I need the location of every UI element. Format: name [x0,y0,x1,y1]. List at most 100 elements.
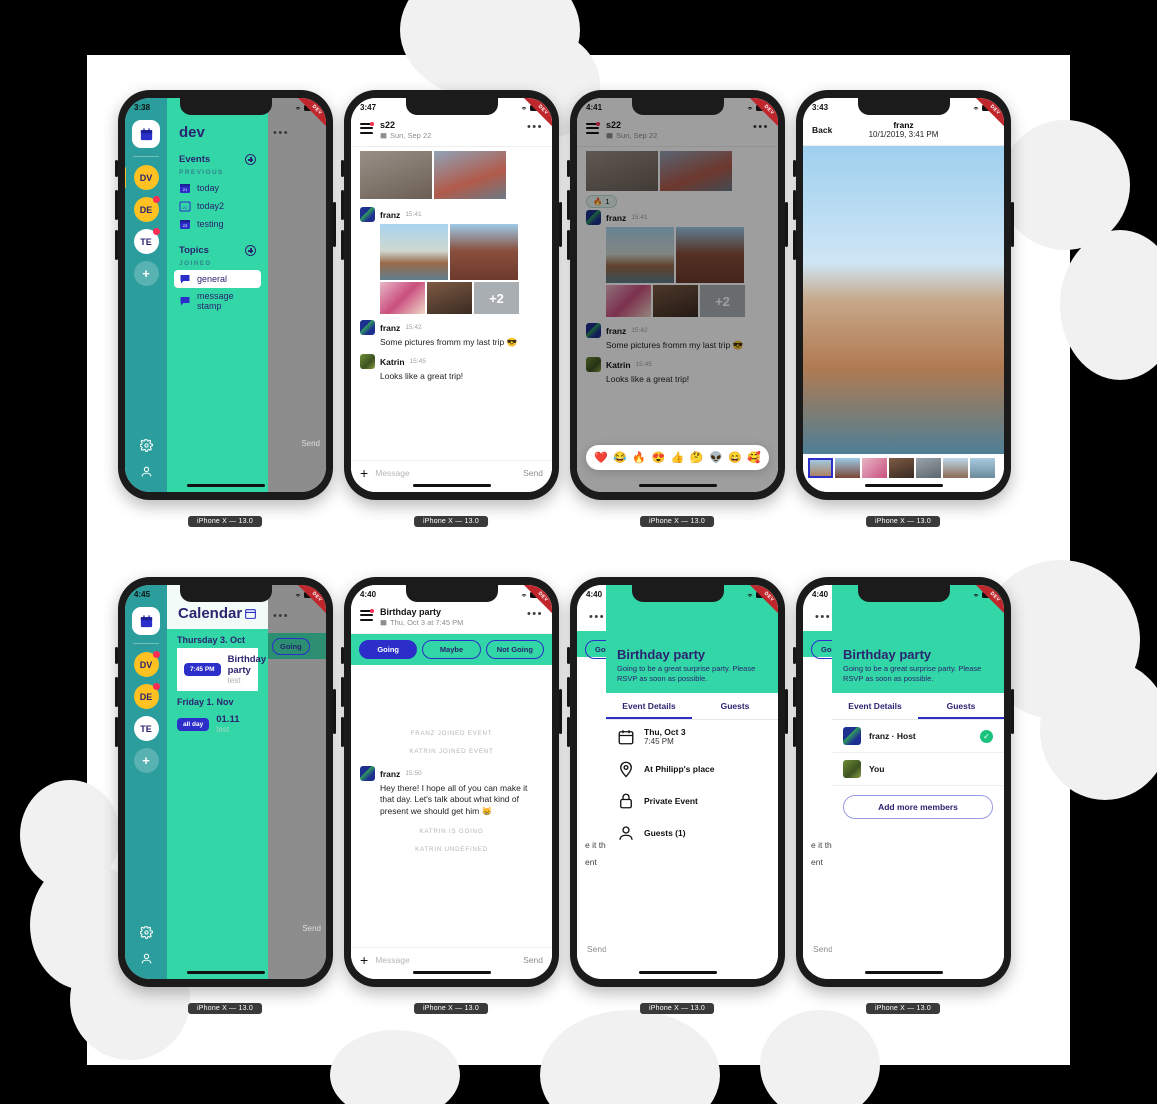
calendar-app-icon[interactable] [132,120,160,148]
add-more-members-button[interactable]: Add more members [843,795,993,820]
rsvp-not-going-button[interactable]: Not Going [485,640,544,659]
tab-guests[interactable]: Guests [918,693,1004,720]
behind-message-text: ent [811,857,823,867]
unread-badge [370,122,374,126]
rail-avatar-de[interactable]: DE [133,196,160,222]
person-icon[interactable] [140,952,153,965]
gear-icon[interactable] [139,439,153,452]
overflow-menu-icon[interactable]: ••• [589,611,605,623]
calendar-icon: 21 [180,184,190,193]
thumbnail[interactable] [835,458,860,478]
person-icon[interactable] [140,465,153,478]
gear-icon[interactable] [139,926,153,939]
phone-event-guests: ••• Going e it that ent Send Birthday pa… [793,577,1014,987]
photo-thumb[interactable] [434,151,506,199]
thumbnail[interactable] [808,458,833,478]
message-composer: + Message Send [351,947,552,979]
add-topic-button[interactable] [245,245,256,256]
topic-item-message-stamp[interactable]: message stamp [174,288,261,314]
emoji-option[interactable]: 🔥 [632,451,646,464]
rail-avatar-te[interactable]: TE [133,228,160,254]
workspace-title: dev [179,124,205,141]
add-workspace-button[interactable]: + [133,261,159,286]
behind-going-button[interactable]: Going [272,638,310,655]
thumbnail[interactable] [970,458,995,478]
topic-item-general[interactable]: general [174,270,261,288]
emoji-option[interactable]: 👽 [709,451,723,464]
message-input[interactable]: Message [375,955,516,965]
emoji-option[interactable]: 😂 [613,451,627,464]
send-button[interactable]: Send [813,944,833,954]
event-item-testing[interactable]: 23 testing [174,215,261,233]
rsvp-going-button[interactable]: Going [359,640,418,659]
photo-thumb[interactable] [380,224,448,280]
back-button[interactable]: Back [812,125,852,135]
photo-thumb[interactable] [450,224,518,280]
event-label: today2 [197,201,225,211]
send-button[interactable]: Send [301,439,320,448]
send-button[interactable]: Send [523,468,543,478]
calendar-event-row[interactable]: all day 01.11 test [167,710,268,738]
send-button[interactable]: Send [587,944,607,954]
tab-event-details[interactable]: Event Details [606,693,692,720]
photo-thumb[interactable] [360,151,432,199]
emoji-option[interactable]: 😍 [651,451,665,464]
device-label: iPhone X — 13.0 [640,516,714,527]
calendar-event-card[interactable]: 7:45 PM Birthday party test [177,648,266,691]
emoji-option[interactable]: 😄 [728,451,742,464]
emoji-option[interactable]: ❤️ [594,451,608,464]
guest-row-you[interactable]: You [832,753,1004,787]
send-button[interactable]: Send [523,955,543,965]
event-item-today[interactable]: 21 today [174,179,261,197]
event-item-today2[interactable]: 21 today2 [174,197,261,215]
emoji-option[interactable]: 🥰 [747,451,761,464]
thumbnail[interactable] [862,458,887,478]
attach-icon[interactable]: + [360,466,368,480]
detail-row-guests[interactable]: Guests (1) [606,817,778,849]
calendar-picker-icon[interactable] [244,607,257,620]
attach-icon[interactable]: + [360,953,368,967]
tab-event-details[interactable]: Event Details [832,693,918,719]
dim-overlay[interactable] [577,98,778,492]
add-workspace-button[interactable]: + [133,748,159,773]
detail-row-location[interactable]: At Philipp's place [606,753,778,785]
rail-avatar-dv[interactable]: DV [125,165,159,190]
emoji-option[interactable]: 🤔 [690,451,704,464]
photo-thumb[interactable] [380,282,425,314]
detail-row-date[interactable]: Thu, Oct 3 7:45 PM [606,720,778,753]
chat-title: s22 [380,120,396,130]
menu-icon[interactable] [360,607,374,623]
rail-divider [133,643,159,644]
send-button[interactable]: Send [302,924,321,933]
emoji-option[interactable]: 👍 [671,451,685,464]
rail-avatar-de[interactable]: DE [133,683,160,709]
rail-avatar-dv[interactable]: DV [133,651,160,677]
guest-row-franz[interactable]: franz · Host ✓ [832,720,1004,754]
message-input[interactable]: Message [375,468,516,478]
message-list[interactable]: franz 15:41 +2 franz 15:42 Some pictures f… [351,147,552,460]
photo-thumb[interactable] [427,282,472,314]
avatar[interactable] [360,354,375,370]
add-event-button[interactable] [245,154,256,165]
photo-grid[interactable]: +2 [360,224,543,314]
rail-avatar-te[interactable]: TE [133,716,159,741]
tab-guests[interactable]: Guests [692,693,778,719]
overflow-menu-icon[interactable]: ••• [815,611,831,623]
status-time: 3:43 [812,103,829,112]
detail-row-privacy[interactable]: Private Event [606,785,778,817]
thumbnail[interactable] [916,458,941,478]
photo-full-view[interactable] [803,146,1004,454]
avatar[interactable] [360,320,375,335]
thumbnail[interactable] [889,458,914,478]
photo-grid-partial[interactable] [360,151,543,199]
thumbnail[interactable] [943,458,968,478]
rsvp-maybe-button[interactable]: Maybe [422,640,481,659]
emoji-picker[interactable]: ❤️ 😂 🔥 😍 👍 🤔 👽 😄 🥰 [586,445,769,470]
avatar[interactable] [360,207,375,222]
avatar[interactable] [360,766,375,781]
event-details-sheet: Birthday party Going to be a great surpr… [606,585,778,979]
calendar-app-icon[interactable] [132,607,160,635]
message-list[interactable]: FRANZ JOINED EVENT KATRIN JOINED EVENT f… [351,665,552,947]
photo-thumb-more[interactable]: +2 [474,282,519,314]
menu-icon[interactable] [360,120,374,136]
